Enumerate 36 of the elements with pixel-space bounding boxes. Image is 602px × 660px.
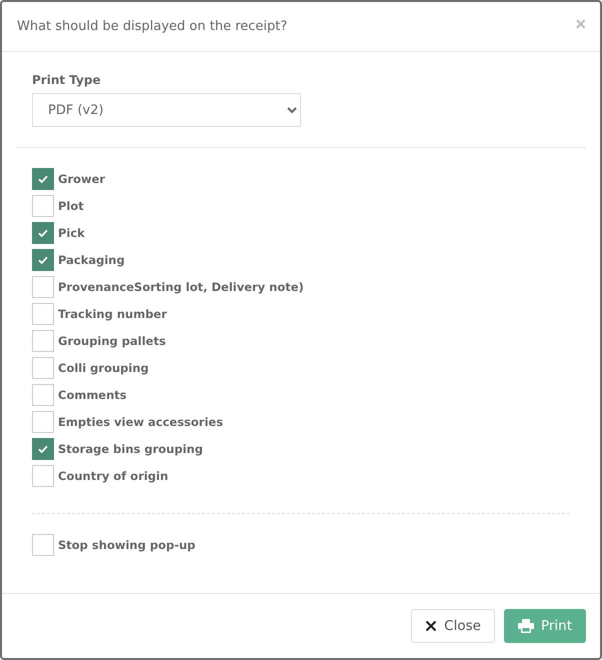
- option-label: Comments: [58, 388, 127, 402]
- checkbox[interactable]: [32, 465, 54, 487]
- check-icon: [37, 254, 49, 266]
- option-label: ProvenanceSorting lot, Delivery note): [58, 280, 304, 294]
- check-icon: [37, 173, 49, 185]
- checkbox[interactable]: [32, 330, 54, 352]
- checkbox[interactable]: [32, 195, 54, 217]
- option-label: Country of origin: [58, 469, 168, 483]
- checkbox[interactable]: [32, 534, 54, 556]
- checkbox[interactable]: [32, 438, 54, 460]
- option-label: Storage bins grouping: [58, 442, 203, 456]
- option-label: Packaging: [58, 253, 125, 267]
- checkbox[interactable]: [32, 168, 54, 190]
- close-icon: [425, 620, 438, 632]
- checkbox[interactable]: [32, 303, 54, 325]
- print-type-label: Print Type: [32, 73, 102, 87]
- option-label: Empties view accessories: [58, 415, 224, 429]
- checkbox[interactable]: [32, 411, 54, 433]
- dialog-title: What should be displayed on the receipt?: [17, 19, 288, 34]
- option-label: Grouping pallets: [58, 334, 166, 348]
- checkbox[interactable]: [32, 384, 54, 406]
- checkbox[interactable]: [32, 276, 54, 298]
- option-label: Stop showing pop-up: [58, 538, 196, 552]
- check-icon: [37, 443, 49, 455]
- printer-icon: [518, 619, 534, 633]
- option-label: Tracking number: [58, 307, 167, 321]
- checkbox[interactable]: [32, 357, 54, 379]
- checkbox[interactable]: [32, 222, 54, 244]
- close-button[interactable]: Close: [411, 609, 495, 643]
- option-label: Grower: [58, 172, 106, 186]
- check-icon: [37, 227, 49, 239]
- option-label: Plot: [58, 199, 84, 213]
- option-label: Pick: [58, 226, 85, 240]
- option-label: Colli grouping: [58, 361, 149, 375]
- checkbox[interactable]: [32, 249, 54, 271]
- print-type-select[interactable]: PDF (v2): [32, 93, 301, 127]
